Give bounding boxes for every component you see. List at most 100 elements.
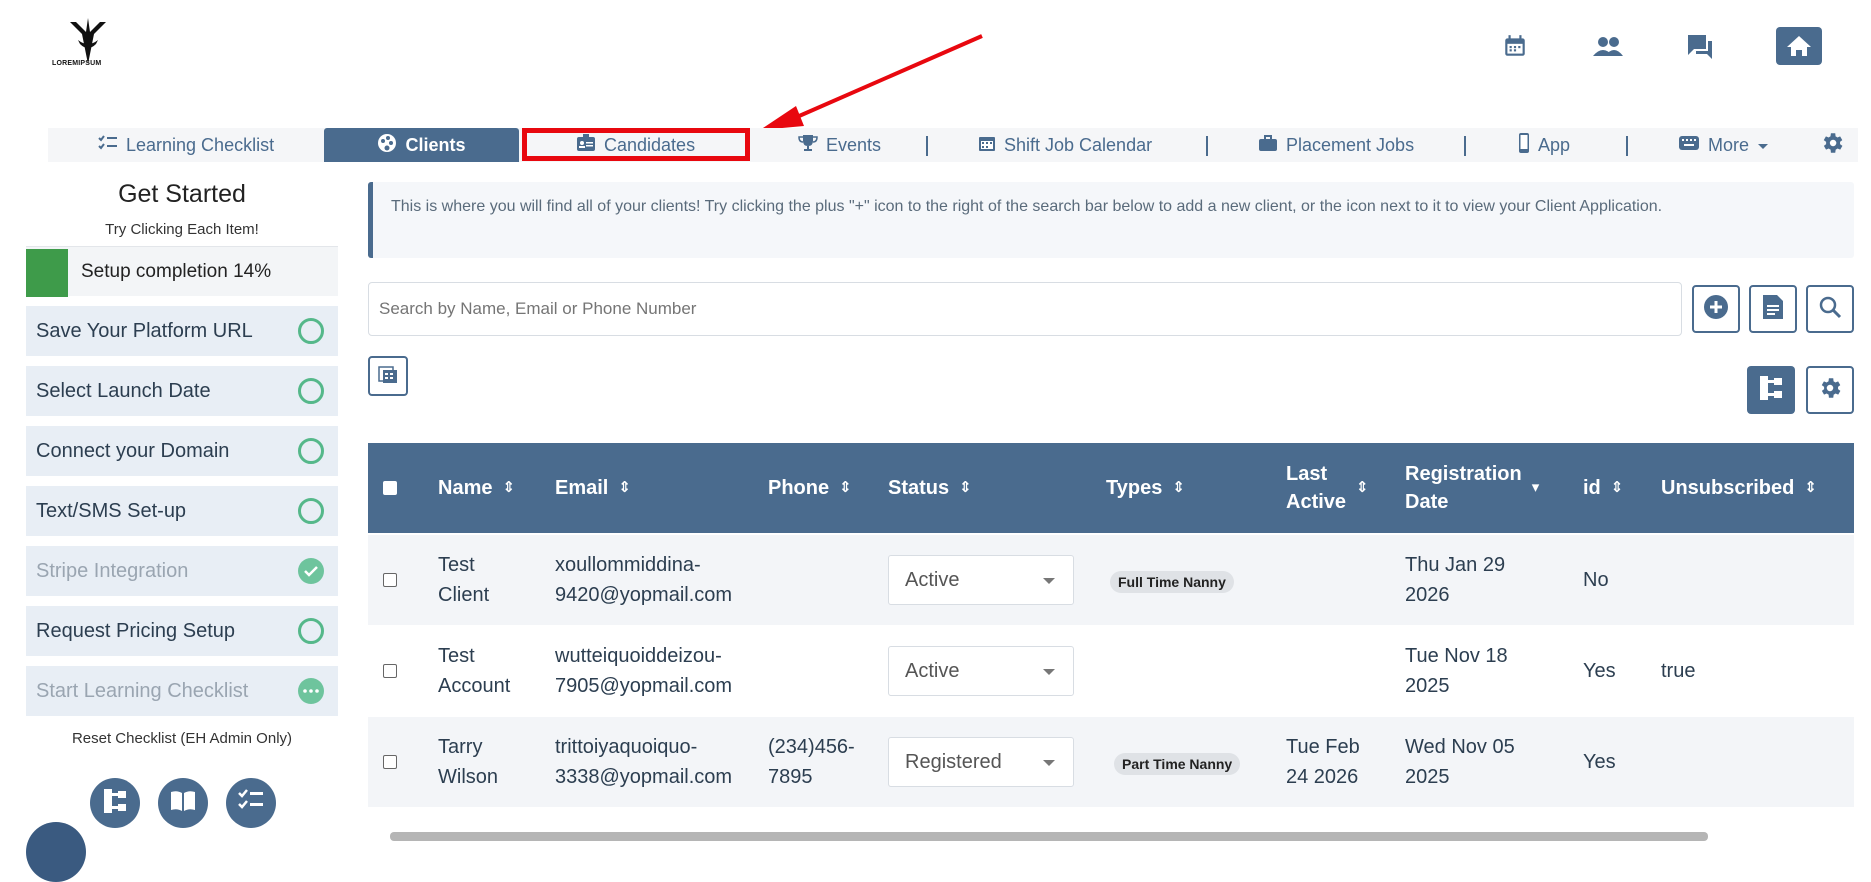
column-phone[interactable]: Phone ⇕ <box>768 443 852 533</box>
sitemap-icon <box>1758 374 1784 407</box>
cell-registration-date: Wed Nov 05 2025 <box>1405 736 1515 788</box>
table-row[interactable]: Test Account wutteiquoiddeizou- 7905@yopma… <box>368 626 1854 716</box>
column-registration-date[interactable]: Registration Date ▾ <box>1405 443 1539 533</box>
tab-events[interactable]: Events <box>798 128 928 162</box>
nav-divider <box>1464 136 1466 156</box>
table-row[interactable]: Tarry Wilson trittoiyaquoiquo- 3338@yopmai… <box>368 717 1854 807</box>
checklist-icon <box>98 134 118 156</box>
row-checkbox[interactable] <box>383 664 397 678</box>
checklist-item-label: Save Your Platform URL <box>36 319 253 342</box>
nav-divider <box>926 136 928 156</box>
checklist-icon <box>238 788 264 818</box>
checklist-item-label: Connect your Domain <box>36 439 230 462</box>
add-client-button[interactable] <box>1692 285 1740 333</box>
setup-progress: Setup completion 14% <box>26 246 338 297</box>
palette-icon <box>377 133 397 158</box>
tab-label: Clients <box>405 134 466 155</box>
cell-id: Yes <box>1583 660 1616 682</box>
search-button[interactable] <box>1806 285 1854 333</box>
hierarchy-view-button[interactable] <box>1747 366 1795 414</box>
get-started-sidebar: Get Started Try Clicking Each Item! Setu… <box>26 178 338 828</box>
checklist-item-learning[interactable]: Start Learning Checklist <box>26 666 338 716</box>
chevron-down-icon <box>1757 135 1769 156</box>
column-status[interactable]: Status ⇕ <box>888 443 972 533</box>
column-types[interactable]: Types ⇕ <box>1106 443 1185 533</box>
tab-learning-checklist[interactable]: Learning Checklist <box>98 128 278 162</box>
checklist-item-sms[interactable]: Text/SMS Set-up <box>26 486 338 536</box>
sitemap-icon <box>102 787 128 820</box>
caret-down-icon <box>1043 760 1055 766</box>
keyboard-icon <box>1678 135 1700 156</box>
checklist-item-label: Select Launch Date <box>36 379 211 402</box>
search-input[interactable] <box>368 282 1682 336</box>
row-checkbox[interactable] <box>383 755 397 769</box>
reset-checklist-link[interactable]: Reset Checklist (EH Admin Only) <box>26 730 338 747</box>
sort-desc-icon: ▾ <box>1531 479 1540 496</box>
sort-icon: ⇕ <box>618 479 631 496</box>
checklist-item-pricing[interactable]: Request Pricing Setup <box>26 606 338 656</box>
column-last-active[interactable]: Last Active ⇕ <box>1286 443 1369 533</box>
column-unsubscribed[interactable]: Unsubscribed ⇕ <box>1661 443 1817 533</box>
circle-icon <box>298 378 324 404</box>
progress-label: Setup completion 14% <box>81 261 272 282</box>
tab-clients[interactable]: Clients <box>324 128 519 162</box>
checklist-item-label: Text/SMS Set-up <box>36 499 187 522</box>
cell-name: Test Account <box>438 645 511 697</box>
select-all-checkbox[interactable] <box>383 481 397 495</box>
document-icon <box>1762 294 1784 325</box>
type-badge: Part Time Nanny <box>1114 753 1241 775</box>
checklist-item-launch-date[interactable]: Select Launch Date <box>26 366 338 416</box>
row-checkbox[interactable] <box>383 573 397 587</box>
circle-icon <box>298 318 324 344</box>
column-name[interactable]: Name ⇕ <box>438 443 515 533</box>
gear-icon <box>1819 130 1845 161</box>
highlight-annotation <box>522 128 750 161</box>
checklist-item-stripe[interactable]: Stripe Integration <box>26 546 338 596</box>
plus-circle-icon <box>1703 294 1729 325</box>
tab-label: Placement Jobs <box>1286 134 1415 155</box>
checklist-item-label: Start Learning Checklist <box>36 679 249 702</box>
tab-app[interactable]: App <box>1518 128 1588 162</box>
checklist-item-domain[interactable]: Connect your Domain <box>26 426 338 476</box>
people-icon[interactable] <box>1588 26 1628 66</box>
home-button[interactable] <box>1776 27 1822 65</box>
client-application-button[interactable] <box>1749 285 1797 333</box>
sort-icon: ⇕ <box>1172 479 1185 496</box>
status-select[interactable]: Active <box>888 555 1074 605</box>
column-id[interactable]: id ⇕ <box>1583 443 1623 533</box>
checklist-item-label: Stripe Integration <box>36 559 189 582</box>
table-settings-button[interactable] <box>1806 366 1854 414</box>
circle-icon <box>298 498 324 524</box>
tab-more[interactable]: More <box>1678 128 1778 162</box>
checklist-button[interactable] <box>226 778 276 828</box>
tab-label: App <box>1538 134 1571 155</box>
table-row[interactable]: Test Client xoullommiddina- 9420@yopmail.c… <box>368 535 1854 625</box>
chat-widget-button[interactable] <box>26 822 86 882</box>
cell-phone: (234)456- 7895 <box>768 736 855 788</box>
export-button[interactable] <box>368 356 408 396</box>
ellipsis-icon <box>298 678 324 704</box>
gear-icon <box>1817 375 1843 406</box>
cell-email: trittoiyaquoiquo- 3338@yopmail.com <box>555 736 733 788</box>
checklist-item-platform-url[interactable]: Save Your Platform URL <box>26 306 338 356</box>
briefcase-icon <box>1258 134 1278 157</box>
sidebar-subtitle: Try Clicking Each Item! <box>105 221 259 238</box>
nav-divider <box>1206 136 1208 156</box>
tab-label: Events <box>826 134 882 155</box>
column-email[interactable]: Email ⇕ <box>555 443 631 533</box>
tab-shift-job-calendar[interactable]: Shift Job Calendar <box>978 128 1168 162</box>
guide-button[interactable] <box>158 778 208 828</box>
tab-placement-jobs[interactable]: Placement Jobs <box>1258 128 1428 162</box>
scrollbar-thumb[interactable] <box>390 832 1708 841</box>
status-select[interactable]: Registered <box>888 737 1074 787</box>
cell-email: wutteiquoiddeizou- 7905@yopmail.com <box>555 645 733 697</box>
phone-icon <box>1518 132 1530 158</box>
main-nav: Learning Checklist Clients Candidates Ev… <box>48 128 1858 162</box>
book-icon <box>169 789 197 818</box>
horizontal-scrollbar[interactable] <box>368 832 1854 841</box>
calendar-icon[interactable] <box>1495 26 1535 66</box>
status-select[interactable]: Active <box>888 646 1074 696</box>
settings-button[interactable] <box>1819 128 1849 162</box>
sitemap-button[interactable] <box>90 778 140 828</box>
chat-icon[interactable] <box>1680 26 1720 66</box>
